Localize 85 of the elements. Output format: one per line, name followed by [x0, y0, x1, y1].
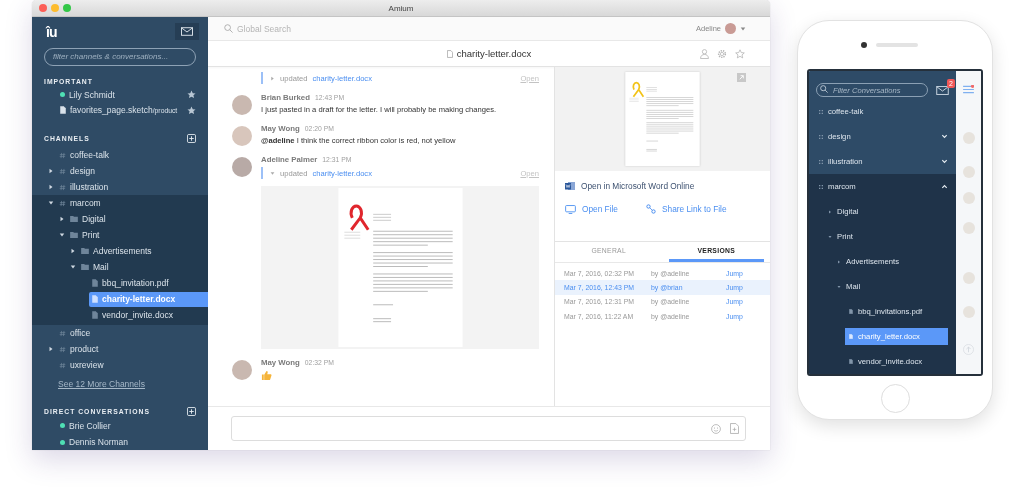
search-field[interactable]: Global Search [237, 23, 347, 34]
channel-item[interactable]: marcom [56, 195, 208, 211]
contact-link[interactable]: Brie Collier [69, 421, 196, 431]
file-item[interactable]: bbq_invitation.pdf [89, 275, 208, 291]
share-link[interactable]: Share Link to File [646, 204, 727, 214]
folder-icon [70, 232, 78, 239]
channel-item[interactable]: uxreview [56, 357, 208, 373]
open-file-link[interactable]: Open File [565, 204, 618, 214]
monitor-icon [565, 204, 576, 214]
avatar [962, 192, 975, 204]
caret-icon[interactable] [59, 216, 65, 223]
menu-icon[interactable] [963, 85, 974, 94]
avatar [962, 132, 975, 144]
folder-icon [70, 216, 78, 223]
contact-link[interactable]: Dennis Norman [69, 437, 196, 448]
caret-icon[interactable] [70, 248, 76, 255]
search-icon [820, 85, 828, 93]
avatar [962, 166, 975, 178]
file-icon [849, 309, 853, 314]
avatar [232, 95, 252, 115]
chevron-icon[interactable] [941, 158, 948, 165]
app-logo: îu [46, 23, 57, 40]
document-title: charity-letter.docx [456, 48, 532, 59]
file-item[interactable]: vendor_invite.docx [89, 307, 208, 323]
caret-icon[interactable] [70, 264, 76, 271]
caret-icon[interactable] [48, 168, 54, 175]
folder-icon [81, 248, 89, 255]
caret-icon[interactable] [48, 184, 54, 191]
hash-icon [59, 345, 66, 353]
chevron-icon[interactable] [941, 133, 948, 140]
camera-dot [860, 42, 867, 48]
window-title: Amium [388, 3, 414, 13]
open-online-link[interactable]: Open in Microsoft Word Online [565, 181, 760, 191]
avatar [962, 272, 975, 284]
attach-icon[interactable] [730, 423, 739, 434]
add-icon[interactable] [187, 407, 196, 417]
channel-item[interactable]: illustration [56, 179, 208, 195]
inbox-button[interactable] [175, 23, 199, 41]
person-icon[interactable] [700, 48, 709, 59]
folder-item[interactable]: Print [67, 227, 208, 243]
folder-item[interactable]: Advertisements [78, 243, 208, 259]
chevron-icon[interactable] [941, 183, 948, 190]
hash-icon [59, 183, 66, 191]
hash-icon [59, 329, 66, 337]
document-preview[interactable] [261, 186, 539, 349]
avatar [962, 306, 975, 318]
hash-icon [59, 167, 66, 175]
mail-icon [181, 27, 193, 37]
avatar [232, 360, 252, 380]
filter-field[interactable]: filter channels & conversations... [44, 48, 196, 66]
folder-item[interactable]: Mail [78, 259, 208, 275]
link-icon [646, 204, 656, 214]
thumbs-up-icon [261, 370, 272, 381]
avatar [232, 126, 252, 146]
caret-icon[interactable] [48, 200, 54, 207]
avatar[interactable] [725, 23, 736, 34]
settings-icon[interactable] [717, 48, 727, 59]
emoji-icon[interactable] [711, 423, 721, 434]
folder-icon [81, 264, 89, 271]
file-icon [60, 106, 66, 115]
star-icon[interactable] [735, 48, 745, 59]
caret-icon[interactable] [59, 232, 65, 239]
contact-link[interactable]: Lily Schmidt [69, 89, 183, 100]
caret-icon[interactable] [48, 346, 54, 353]
word-icon [565, 181, 575, 191]
file-icon [849, 359, 853, 364]
inbox-button[interactable] [936, 85, 949, 95]
hash-icon [59, 199, 66, 207]
file-icon [849, 334, 853, 339]
mail-icon [936, 85, 949, 95]
file-icon [446, 49, 453, 58]
message-field[interactable] [231, 416, 746, 441]
add-icon[interactable] [187, 134, 196, 144]
hash-icon [59, 361, 66, 369]
expand-icon[interactable] [737, 73, 746, 82]
search-icon [224, 24, 233, 33]
hash-icon [59, 151, 66, 159]
channel-item[interactable]: design [56, 163, 208, 179]
channel-item[interactable]: product [56, 341, 208, 357]
avatar [232, 157, 252, 177]
avatar [962, 222, 975, 234]
more-channels-link[interactable]: See 12 More Channels [32, 379, 208, 393]
folder-item[interactable]: Digital [67, 211, 208, 227]
channel-item[interactable]: office [56, 325, 208, 341]
channel-item[interactable]: coffee-talk [56, 147, 208, 163]
